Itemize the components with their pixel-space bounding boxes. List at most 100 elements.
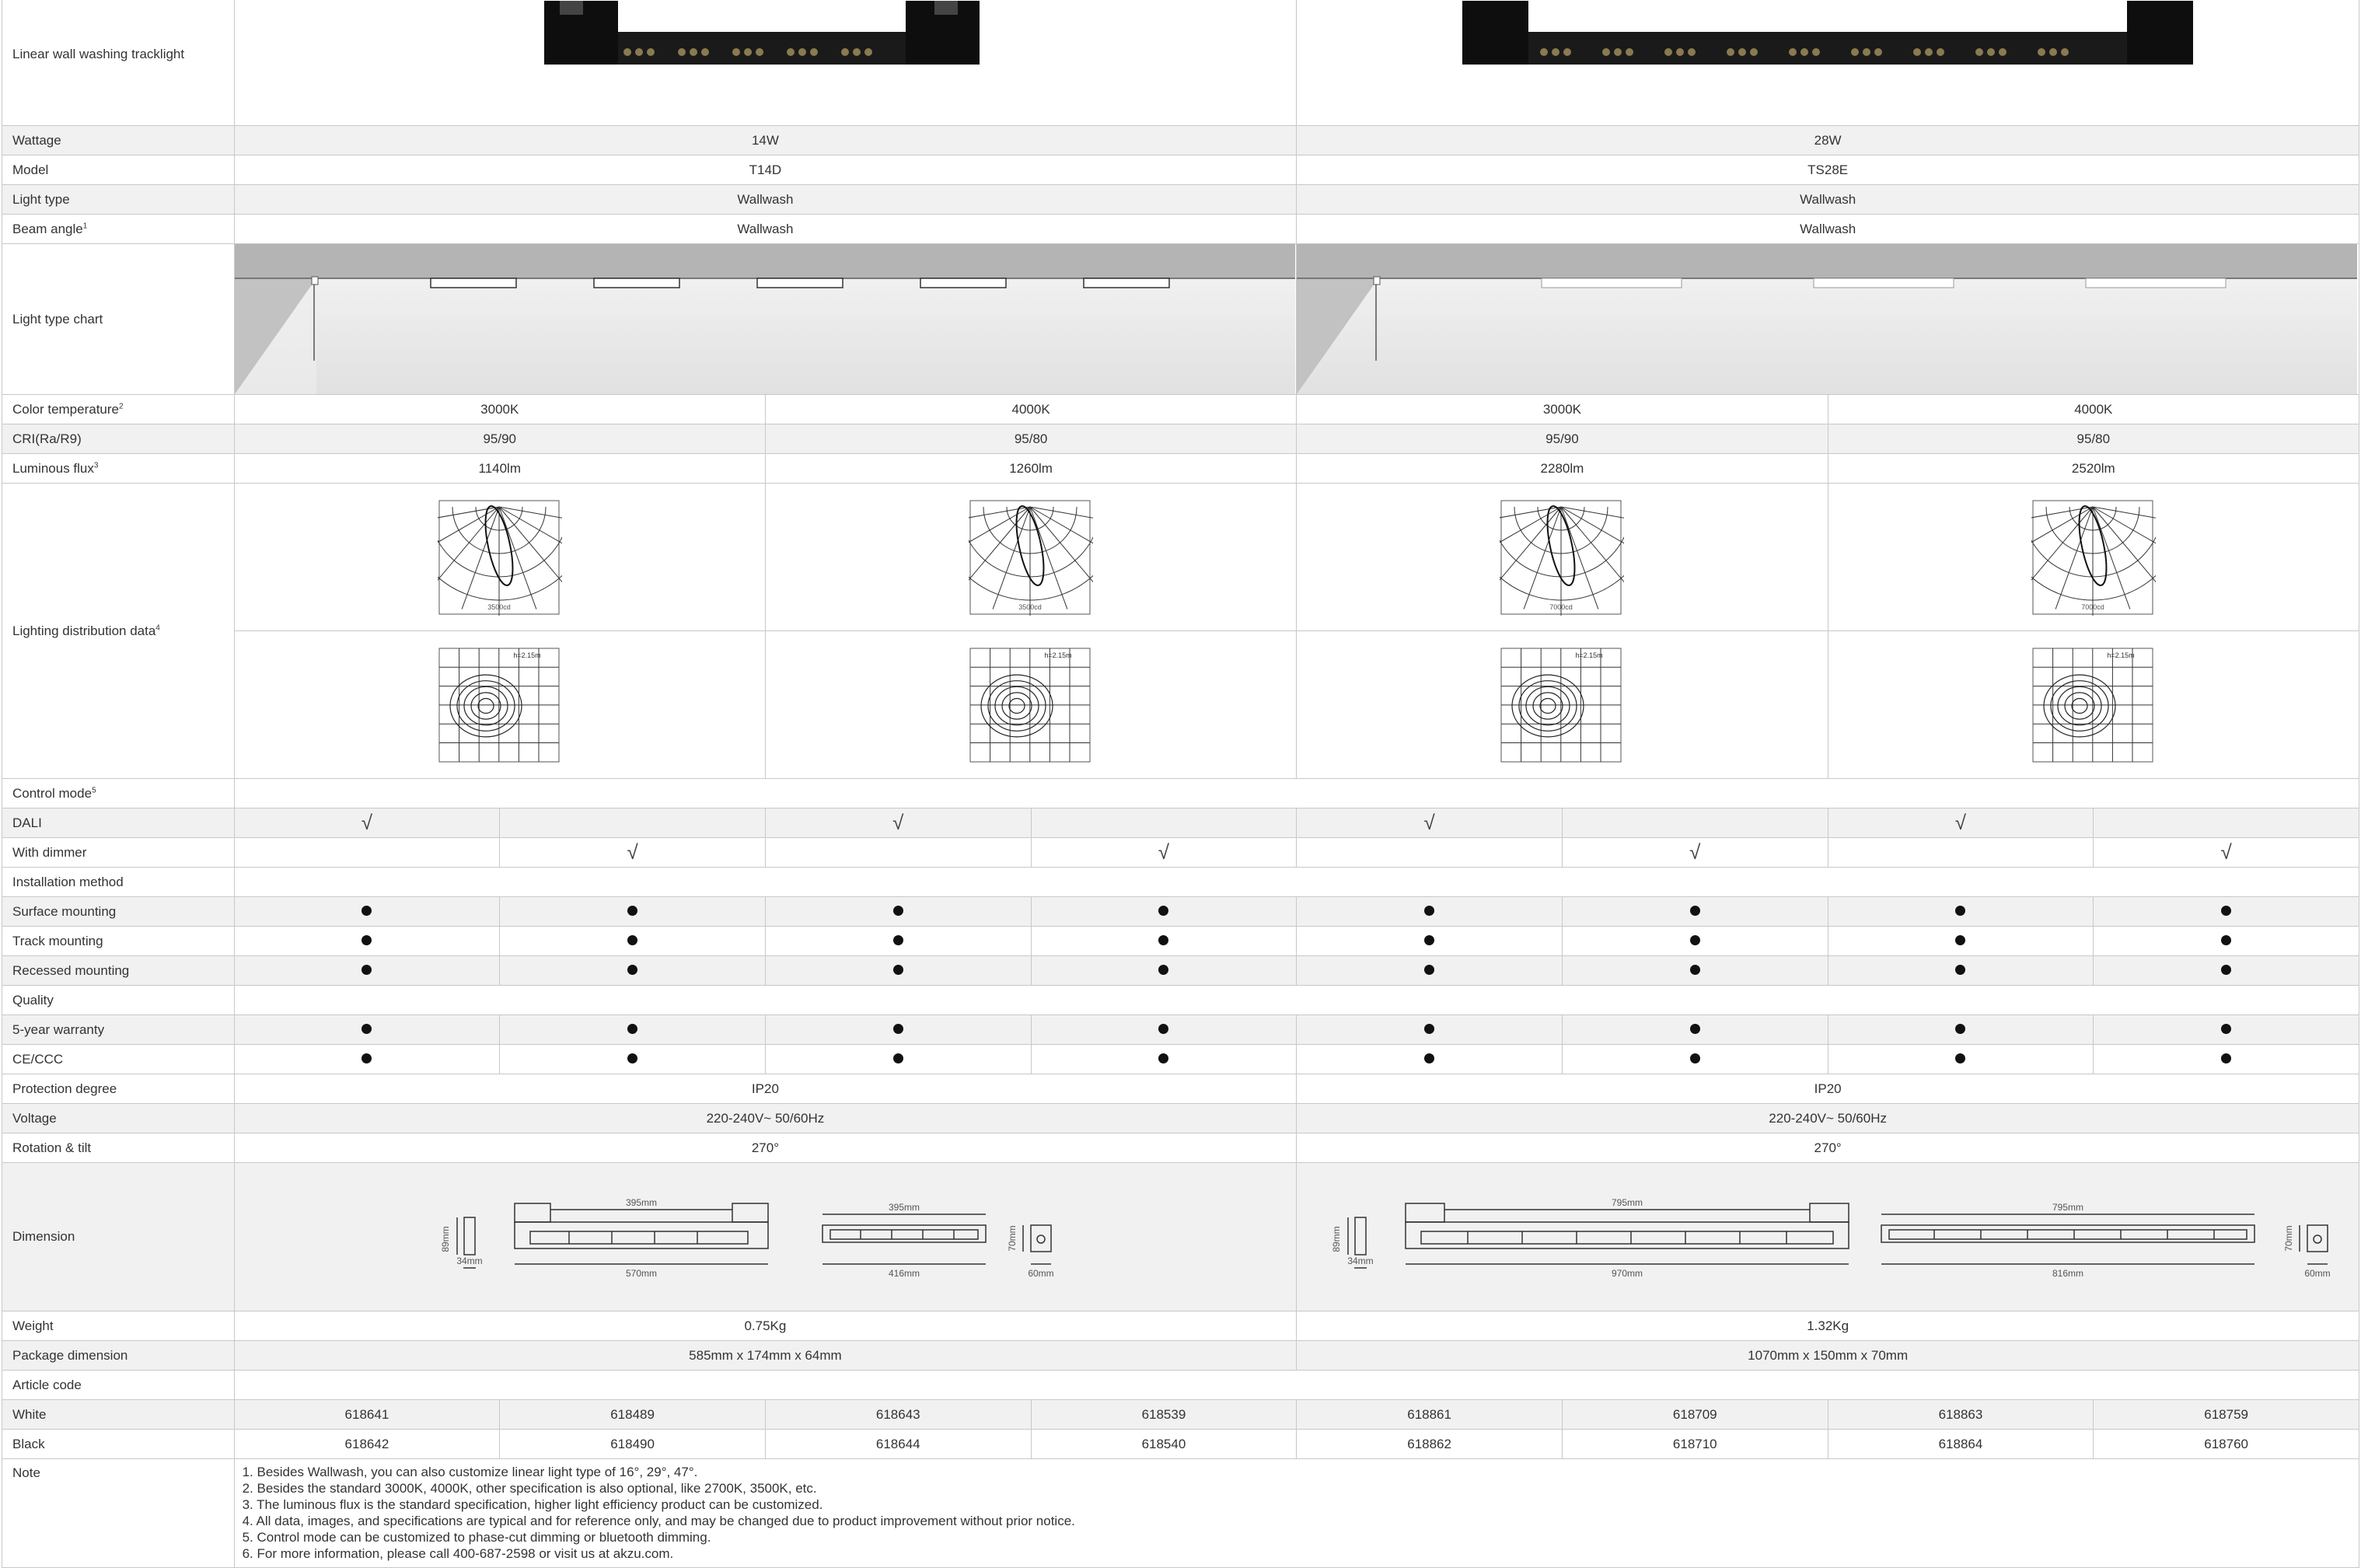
- filled-dot-icon: [361, 964, 372, 975]
- row-label-black: Black: [2, 1429, 235, 1459]
- dali-check: √: [233, 808, 501, 838]
- mark-cell: [1296, 955, 1563, 986]
- filled-dot-icon: [627, 1053, 638, 1063]
- mark-cell: [764, 926, 1032, 956]
- dim-height-label: 89mm: [1331, 1226, 1342, 1252]
- mark-cell: [233, 896, 501, 927]
- row-label-voltage: Voltage: [2, 1103, 235, 1133]
- polar-diagram: 7000cd: [1296, 483, 1828, 631]
- note-line: 1. Besides Wallwash, you can also custom…: [242, 1465, 698, 1479]
- light-type-chart-14w: [233, 243, 1298, 395]
- row-label-protection-degree: Protection degree: [2, 1074, 235, 1104]
- dimmer-check: √: [499, 837, 766, 868]
- mark-cell: [2093, 1014, 2359, 1045]
- color-temp-cell: 4000K: [764, 394, 1298, 424]
- isolux-height-label: h=2.15m: [513, 651, 540, 659]
- mark-cell: [2093, 926, 2359, 956]
- dali-check: √: [1827, 808, 2094, 838]
- row-label-package-dimension: Package dimension: [2, 1340, 235, 1371]
- mark-cell: [764, 1014, 1032, 1045]
- product-image-14w: [233, 0, 1298, 126]
- note-line: 3. The luminous flux is the standard spe…: [242, 1497, 823, 1512]
- beam-angle-28w: Wallwash: [1296, 214, 2359, 244]
- mark-cell: [1296, 926, 1563, 956]
- filled-dot-icon: [1955, 1023, 1966, 1034]
- filled-dot-icon: [361, 1023, 372, 1034]
- filled-dot-icon: [627, 964, 638, 975]
- beam-angle-14w: Wallwash: [233, 214, 1298, 244]
- filled-dot-icon: [1955, 1053, 1966, 1063]
- filled-dot-icon: [1158, 905, 1169, 916]
- filled-dot-icon: [1158, 1053, 1169, 1063]
- mark-cell: [233, 926, 501, 956]
- protection-14w: IP20: [233, 1074, 1298, 1104]
- row-label-color-temperature: Color temperature2: [2, 394, 235, 424]
- mark-cell: [764, 896, 1032, 927]
- row-label-lighting-distribution: Lighting distribution data4: [2, 483, 235, 779]
- row-label-control-mode: Control mode5: [2, 778, 235, 808]
- mark-cell: [499, 896, 766, 927]
- dim-top2-label: 795mm: [2052, 1202, 2083, 1213]
- row-label-weight: Weight: [2, 1311, 235, 1341]
- filled-dot-icon: [1424, 905, 1435, 916]
- isolux-height-label: h=2.15m: [1576, 651, 1603, 659]
- polar-diagram: 7000cd: [1827, 483, 2360, 631]
- mark-cell: [1827, 955, 2094, 986]
- article-code-cell: 618489: [499, 1399, 766, 1430]
- filled-dot-icon: [1689, 1053, 1700, 1063]
- mark-cell: [1561, 896, 1828, 927]
- filled-dot-icon: [892, 964, 903, 975]
- mark-cell: [1561, 1044, 1828, 1074]
- isolux-height-label: h=2.15m: [1044, 651, 1071, 659]
- dim-width-label: 34mm: [456, 1255, 482, 1266]
- mark-cell: [1296, 1014, 1563, 1045]
- filled-dot-icon: [1689, 905, 1700, 916]
- filled-dot-icon: [2221, 1023, 2232, 1034]
- filled-dot-icon: [361, 1053, 372, 1063]
- flux-cell: 1140lm: [233, 453, 766, 484]
- row-label-wattage: Wattage: [2, 125, 235, 155]
- row-label-cri: CRI(Ra/R9): [2, 424, 235, 454]
- filled-dot-icon: [1158, 1023, 1169, 1034]
- article-code-cell: 618709: [1561, 1399, 1828, 1430]
- dim-side-h-label: 70mm: [2283, 1225, 2294, 1251]
- mark-cell: [1561, 955, 1828, 986]
- package-14w: 585mm x 174mm x 64mm: [233, 1340, 1298, 1371]
- dali-check: √: [1296, 808, 1563, 838]
- article-code-cell: 618862: [1296, 1429, 1563, 1459]
- row-label-dimension: Dimension: [2, 1162, 235, 1311]
- mark-cell: [2093, 955, 2359, 986]
- polar-diagram: 3500cd: [764, 483, 1298, 631]
- isolux-height-label: h=2.15m: [2107, 651, 2134, 659]
- dim-side-w-label: 60mm: [1028, 1268, 1053, 1279]
- dimension-drawing-28w: 89mm 34mm 795mm 970mm 795mm 816mm 70mm 6…: [1296, 1162, 2359, 1311]
- mark-cell: [1296, 1044, 1563, 1074]
- row-label-installation-method: Installation method: [2, 867, 235, 897]
- dimmer-check: √: [1561, 837, 1828, 868]
- filled-dot-icon: [1158, 934, 1169, 945]
- mark-cell: [1561, 926, 1828, 956]
- filled-dot-icon: [1158, 964, 1169, 975]
- model-28w: TS28E: [1296, 155, 2359, 185]
- filled-dot-icon: [2221, 934, 2232, 945]
- filled-dot-icon: [892, 934, 903, 945]
- mark-cell: [499, 926, 766, 956]
- weight-28w: 1.32Kg: [1296, 1311, 2359, 1341]
- flux-cell: 1260lm: [764, 453, 1298, 484]
- row-label-white: White: [2, 1399, 235, 1430]
- article-code-cell: 618490: [499, 1429, 766, 1459]
- color-temp-cell: 3000K: [233, 394, 766, 424]
- dim-top2-label: 395mm: [889, 1202, 920, 1213]
- mark-cell: [499, 1014, 766, 1045]
- package-28w: 1070mm x 150mm x 70mm: [1296, 1340, 2359, 1371]
- mark-cell: [1030, 896, 1298, 927]
- mark-cell: [764, 1044, 1032, 1074]
- row-label-5-year-warranty: 5-year warranty: [2, 1014, 235, 1045]
- dim-width-label: 34mm: [1348, 1255, 1374, 1266]
- article-code-cell: 618760: [2093, 1429, 2359, 1459]
- rotation-14w: 270°: [233, 1133, 1298, 1163]
- mark-cell: [1827, 926, 2094, 956]
- color-temp-cell: 3000K: [1296, 394, 1828, 424]
- cri-cell: 95/80: [1827, 424, 2360, 454]
- model-14w: T14D: [233, 155, 1298, 185]
